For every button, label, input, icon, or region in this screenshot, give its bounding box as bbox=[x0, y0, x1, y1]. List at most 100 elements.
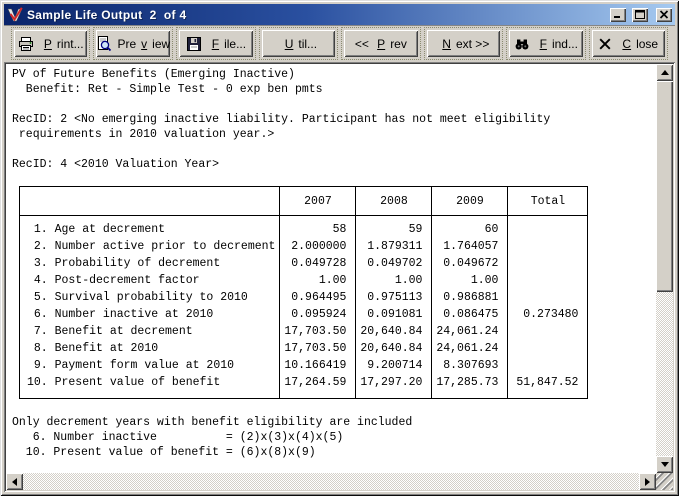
titlebar[interactable]: Sample Life Output 2 of 4 bbox=[4, 4, 675, 25]
recid-2-line: RecID: 2 <No emerging inactive liability… bbox=[12, 112, 656, 127]
row-label: 10. Present value of benefit bbox=[20, 374, 280, 399]
report-title-line: PV of Future Benefits (Emerging Inactive… bbox=[12, 67, 656, 82]
vertical-scrollbar[interactable] bbox=[656, 64, 673, 473]
table-cell: 24,061.24 bbox=[432, 340, 508, 357]
app-window: Sample Life Output 2 of 4 bbox=[0, 0, 679, 496]
util-button[interactable]: Util... bbox=[262, 30, 335, 57]
table-cell: 51,847.52 bbox=[508, 374, 588, 399]
table-cell: 0.091081 bbox=[356, 306, 432, 323]
row-label: 5. Survival probability to 2010 bbox=[20, 289, 280, 306]
table-cell: 1.00 bbox=[356, 272, 432, 289]
table-row: 4. Post-decrement factor 1.00 1.00 1.00 bbox=[20, 272, 588, 289]
table-row: 6. Number inactive at 2010 0.095924 0.09… bbox=[20, 306, 588, 323]
blank-line bbox=[12, 97, 656, 112]
table-cell: 0.975113 bbox=[356, 289, 432, 306]
footnote-line: 10. Present value of benefit = (6)x(8)x(… bbox=[12, 445, 656, 460]
print-button[interactable]: Print... bbox=[14, 30, 87, 57]
horizontal-scrollbar[interactable] bbox=[6, 473, 656, 490]
table-cell: 1.764057 bbox=[432, 238, 508, 255]
table-cell: 17,703.50 bbox=[280, 323, 356, 340]
scroll-down-button[interactable] bbox=[656, 456, 673, 473]
row-label: 6. Number inactive at 2010 bbox=[20, 306, 280, 323]
recid-4-line: RecID: 4 <2010 Valuation Year> bbox=[12, 157, 656, 172]
scroll-left-button[interactable] bbox=[6, 473, 23, 490]
close-window-button[interactable] bbox=[656, 8, 672, 22]
blank-line bbox=[12, 142, 656, 157]
vertical-scroll-thumb[interactable] bbox=[656, 81, 673, 292]
scroll-right-button[interactable] bbox=[639, 473, 656, 490]
table-row: 1. Age at decrement 58 59 60 bbox=[20, 216, 588, 239]
recid-2-line-cont: requirements in 2010 valuation year.> bbox=[12, 127, 656, 142]
table-cell: 1.879311 bbox=[356, 238, 432, 255]
file-button[interactable]: File... bbox=[179, 30, 252, 57]
row-label: 9. Payment form value at 2010 bbox=[20, 357, 280, 374]
table-cell: 1.00 bbox=[280, 272, 356, 289]
table-cell: 0.086475 bbox=[432, 306, 508, 323]
window-title: Sample Life Output 2 of 4 bbox=[27, 8, 604, 22]
report-benefit-line: Benefit: Ret - Simple Test - 0 exp ben p… bbox=[12, 82, 656, 97]
table-cell: 0.049672 bbox=[432, 255, 508, 272]
arrow-right-icon bbox=[645, 478, 650, 486]
maximize-button[interactable] bbox=[632, 8, 648, 22]
table-cell: 8.307693 bbox=[432, 357, 508, 374]
table-cell bbox=[508, 323, 588, 340]
table-cell: 0.049728 bbox=[280, 255, 356, 272]
table-cell: 0.049702 bbox=[356, 255, 432, 272]
table-cell: 20,640.84 bbox=[356, 323, 432, 340]
arrow-down-icon bbox=[661, 462, 669, 467]
printer-icon bbox=[18, 36, 34, 52]
row-label: 2. Number active prior to decrement bbox=[20, 238, 280, 255]
table-row: 8. Benefit at 2010 17,703.50 20,640.84 2… bbox=[20, 340, 588, 357]
close-icon bbox=[659, 7, 669, 22]
preview-icon bbox=[96, 36, 112, 52]
benefit-table: 2007 2008 2009 Total 1. Age at decrement… bbox=[19, 186, 588, 399]
next-button[interactable]: Next >> bbox=[427, 30, 500, 57]
table-cell: 60 bbox=[432, 216, 508, 239]
report-pane: PV of Future Benefits (Emerging Inactive… bbox=[4, 62, 675, 492]
table-row: 2. Number active prior to decrement 2.00… bbox=[20, 238, 588, 255]
arrow-left-icon bbox=[12, 478, 17, 486]
table-cell: 2.000000 bbox=[280, 238, 356, 255]
table-cell: 20,640.84 bbox=[356, 340, 432, 357]
col-header-blank bbox=[20, 187, 280, 216]
app-logo-icon bbox=[7, 7, 23, 23]
col-header-2007: 2007 bbox=[280, 187, 356, 216]
table-cell: 0.964495 bbox=[280, 289, 356, 306]
maximize-icon bbox=[635, 7, 645, 22]
report-view: PV of Future Benefits (Emerging Inactive… bbox=[6, 64, 656, 473]
table-cell bbox=[508, 255, 588, 272]
preview-button[interactable]: Preview bbox=[96, 30, 170, 57]
col-header-total: Total bbox=[508, 187, 588, 216]
row-label: 4. Post-decrement factor bbox=[20, 272, 280, 289]
close-button[interactable]: Close bbox=[592, 30, 665, 57]
table-cell: 17,264.59 bbox=[280, 374, 356, 399]
table-cell: 59 bbox=[356, 216, 432, 239]
x-icon bbox=[598, 37, 612, 51]
table-cell bbox=[508, 340, 588, 357]
footnote-line: 6. Number inactive = (2)x(3)x(4)x(5) bbox=[12, 430, 656, 445]
table-cell: 1.00 bbox=[432, 272, 508, 289]
table-cell: 17,703.50 bbox=[280, 340, 356, 357]
footnote-line: Only decrement years with benefit eligib… bbox=[12, 415, 656, 430]
footnotes: Only decrement years with benefit eligib… bbox=[12, 415, 656, 460]
minimize-icon bbox=[613, 7, 623, 22]
table-cell bbox=[508, 216, 588, 239]
col-header-2009: 2009 bbox=[432, 187, 508, 216]
table-cell bbox=[508, 289, 588, 306]
scroll-up-button[interactable] bbox=[656, 64, 673, 81]
find-button[interactable]: Find... bbox=[509, 30, 582, 57]
table-cell bbox=[508, 357, 588, 374]
table-cell: 10.166419 bbox=[280, 357, 356, 374]
table-row: 5. Survival probability to 2010 0.964495… bbox=[20, 289, 588, 306]
row-label: 7. Benefit at decrement bbox=[20, 323, 280, 340]
toolbar: Print... Preview bbox=[4, 25, 675, 62]
table-cell: 58 bbox=[280, 216, 356, 239]
table-cell: 0.986881 bbox=[432, 289, 508, 306]
minimize-button[interactable] bbox=[610, 8, 626, 22]
resize-grip[interactable] bbox=[656, 473, 673, 490]
floppy-icon bbox=[186, 36, 202, 52]
table-cell: 0.095924 bbox=[280, 306, 356, 323]
table-cell: 0.273480 bbox=[508, 306, 588, 323]
prev-button[interactable]: << Prev bbox=[344, 30, 417, 57]
table-row: 7. Benefit at decrement 17,703.50 20,640… bbox=[20, 323, 588, 340]
